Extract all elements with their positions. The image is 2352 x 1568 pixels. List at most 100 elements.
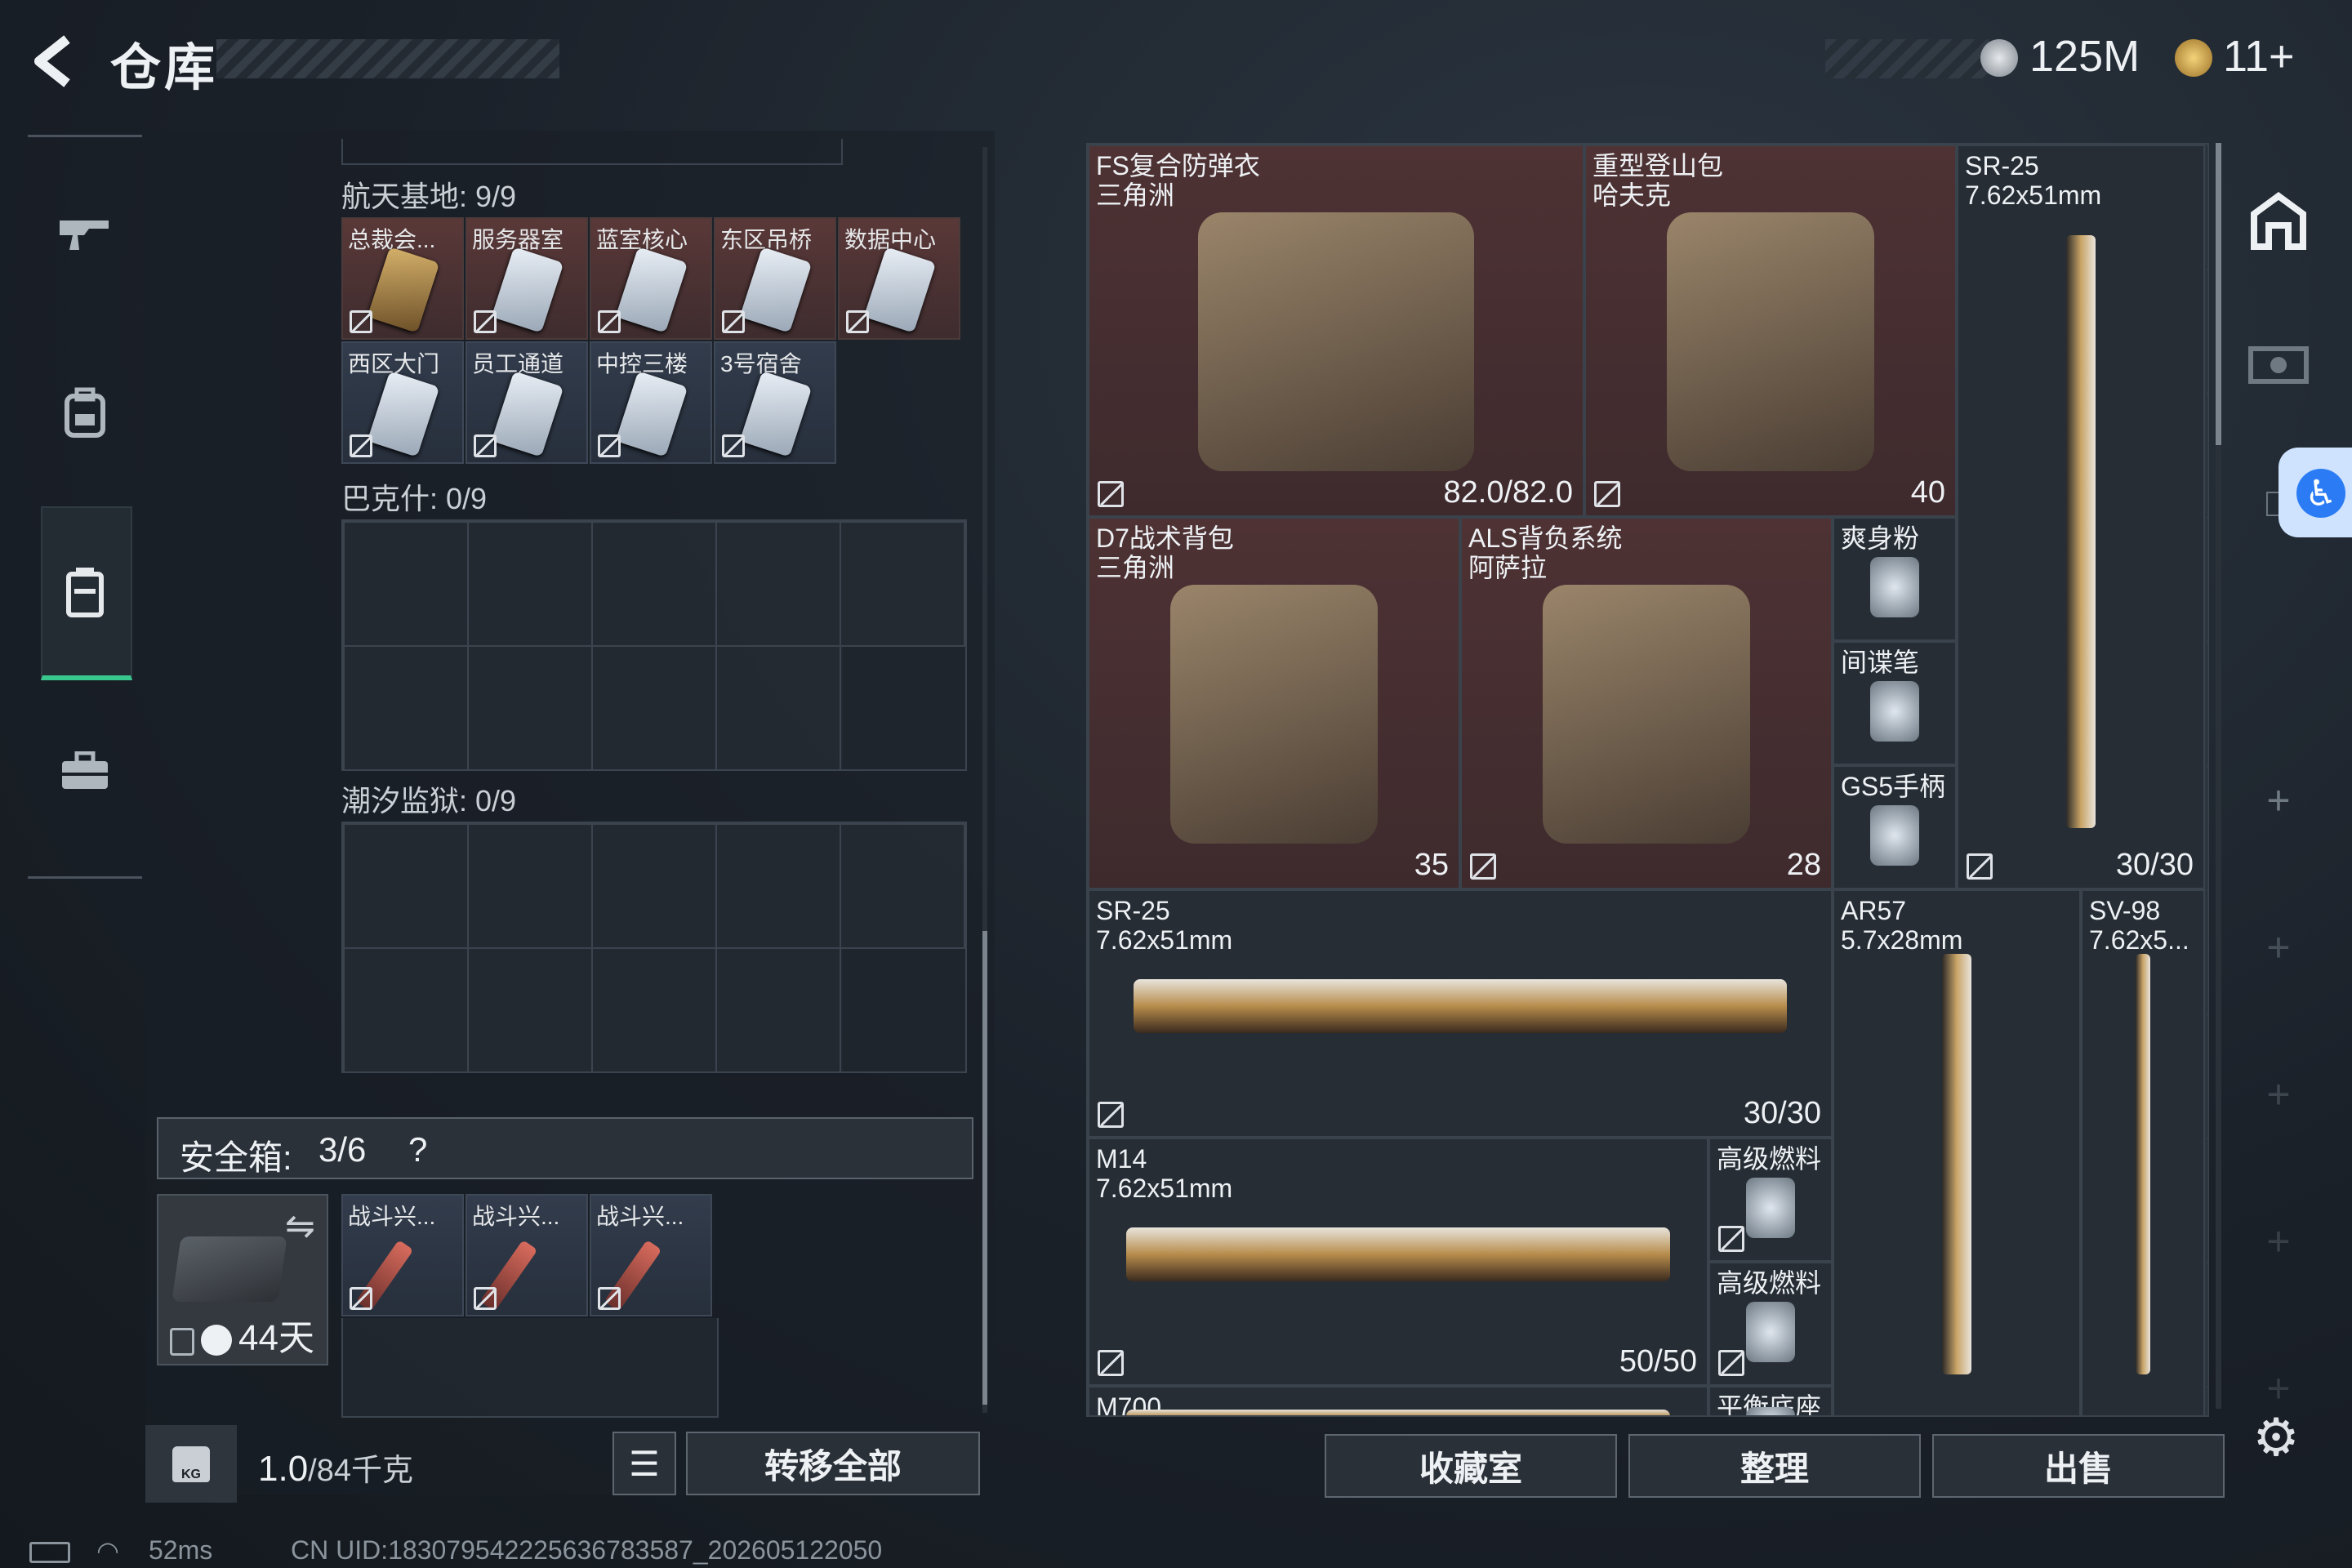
add-storage-button[interactable]: +: [2225, 1172, 2332, 1311]
key-card[interactable]: 数据中心: [838, 217, 960, 340]
safe-box-empty-slots[interactable]: [341, 1318, 719, 1418]
weight-value: 1.0/84千克: [258, 1449, 413, 1489]
help-icon[interactable]: ?: [408, 1130, 427, 1169]
storage-item-fuel1[interactable]: 高级燃料: [1708, 1138, 1833, 1262]
safe-box-item[interactable]: 战斗兴...: [590, 1194, 712, 1316]
add-storage-button[interactable]: +: [2225, 1025, 2332, 1164]
page-title: 仓库: [110, 40, 219, 96]
item-name: SR-25 7.62x51mm: [1965, 151, 2102, 210]
token-amount[interactable]: 11+: [2223, 31, 2295, 82]
storage-tab-iv-icon[interactable]: [2225, 294, 2332, 433]
section-label-aerospace: 航天基地: 9/9: [341, 180, 517, 213]
storage-item-m14[interactable]: M14 7.62x51mm 50/50: [1088, 1138, 1708, 1386]
battery-icon: [29, 1542, 70, 1563]
sell-button[interactable]: 出售: [1932, 1434, 2225, 1498]
settings-gear-icon[interactable]: ⚙: [2247, 1409, 2305, 1466]
empty-key-grid-bakhsh[interactable]: [341, 519, 967, 771]
currency-amount[interactable]: 125M: [2029, 31, 2140, 82]
lock-icon: [474, 310, 497, 333]
item-name: 间谍笔: [1841, 648, 1920, 677]
keycard-image: [739, 247, 813, 333]
add-storage-button[interactable]: +: [2225, 731, 2332, 870]
weapon-image: [1942, 954, 1971, 1375]
storage-item-sr25b[interactable]: SR-25 7.62x51mm 30/30: [1088, 889, 1833, 1138]
empty-key-grid-tidal[interactable]: [341, 822, 967, 1073]
warehouse-storage[interactable]: FS复合防弹衣 三角洲 82.0/82.0 重型登山包 哈夫克 40 SR-25 7.6…: [1086, 143, 2209, 1417]
storage-item-powder[interactable]: 爽身粉: [1833, 517, 1957, 641]
storage-item-fuel2[interactable]: 高级燃料: [1708, 1262, 1833, 1386]
list-view-button[interactable]: ☰: [612, 1432, 676, 1495]
section-label-bakhsh: 巴克什: 0/9: [341, 482, 488, 515]
back-arrow-icon[interactable]: [24, 33, 82, 90]
safe-box-bar: 安全箱: 3/6 ?: [157, 1117, 973, 1179]
item-name: 重型登山包 哈夫克: [1592, 151, 1724, 210]
key-card[interactable]: 蓝室核心: [590, 217, 712, 340]
item-name: FS复合防弹衣 三角洲: [1096, 151, 1260, 210]
storage-item-sv98[interactable]: SV-98 7.62x5...: [2081, 889, 2205, 1415]
item-name: ALS背负系统 阿萨拉: [1468, 523, 1623, 582]
item-value: 82.0/82.0: [1443, 475, 1573, 510]
add-storage-button[interactable]: +: [2225, 878, 2332, 1017]
ping-text: 52ms: [149, 1535, 213, 1565]
lock-icon: [722, 434, 745, 457]
collection-room-button[interactable]: 收藏室: [1325, 1434, 1617, 1498]
key-card[interactable]: 中控三楼: [590, 341, 712, 464]
weight-bar: KG 1.0/84千克 ☰ 转移全部: [145, 1425, 995, 1503]
lock-icon: [1718, 1350, 1744, 1376]
lock-icon: [598, 1287, 621, 1310]
safe-box-item[interactable]: 战斗兴...: [341, 1194, 464, 1316]
key-card[interactable]: 服务器室: [466, 217, 588, 340]
currency-decoration: [1825, 39, 1989, 78]
storage-item-als[interactable]: ALS背负系统 阿萨拉 28: [1460, 517, 1833, 889]
storage-item-sr25a[interactable]: SR-25 7.62x51mm 30/30: [1957, 145, 2205, 889]
key-card[interactable]: 东区吊桥: [714, 217, 836, 340]
storage-item-spy[interactable]: 间谍笔: [1833, 641, 1957, 765]
lock-icon: [1967, 853, 1993, 880]
item-name: SR-25 7.62x51mm: [1096, 896, 1233, 955]
storage-scrollbar-thumb[interactable]: [2216, 143, 2221, 445]
key-card[interactable]: 总裁会...: [341, 217, 464, 340]
accessibility-button[interactable]: ♿: [2278, 448, 2352, 537]
lock-icon: [350, 1287, 372, 1310]
lock-icon: [1098, 481, 1124, 507]
key-card[interactable]: 西区大门: [341, 341, 464, 464]
lock-icon: [1470, 853, 1496, 880]
item-value: 35: [1414, 848, 1449, 882]
lock-icon: [722, 310, 745, 333]
uid-text: CN UID:18307954222563678358​7_2026051220…: [291, 1535, 883, 1565]
storage-item-fs[interactable]: FS复合防弹衣 三角洲 82.0/82.0: [1088, 145, 1584, 517]
safe-box-item[interactable]: 战斗兴...: [466, 1194, 588, 1316]
storage-item-gs5[interactable]: GS5手柄: [1833, 765, 1957, 889]
transfer-all-button[interactable]: 转移全部: [686, 1432, 980, 1495]
warehouse-tab-icon[interactable]: [2225, 151, 2332, 290]
item-image: [1870, 681, 1919, 742]
swap-icon[interactable]: ⇋: [285, 1205, 315, 1247]
weapon-image: [2066, 234, 2096, 829]
keycard-image: [739, 371, 813, 457]
section-label-tidal-prison: 潮汐监狱: 0/9: [341, 784, 517, 817]
backpack-icon[interactable]: [28, 335, 142, 490]
item-value: 30/30: [2115, 848, 2194, 882]
organize-button[interactable]: 整理: [1628, 1434, 1921, 1498]
safe-box-duration: 44天: [238, 1318, 314, 1358]
toolbox-icon[interactable]: [28, 694, 142, 849]
gear-image: [1170, 585, 1378, 844]
item-value: 50/50: [1619, 1344, 1697, 1379]
safe-box-item-label: 战斗兴...: [472, 1204, 560, 1229]
container-icon[interactable]: [28, 514, 142, 670]
weapon-icon[interactable]: [28, 155, 142, 310]
key-card[interactable]: 员工通道: [466, 341, 588, 464]
keycard-image: [615, 247, 688, 333]
storage-item-d7[interactable]: D7战术背包 三角洲 35: [1088, 517, 1460, 889]
storage-item-ar57[interactable]: AR57 5.7x28mm: [1833, 889, 2081, 1415]
storage-item-heavy[interactable]: 重型登山包 哈夫克 40: [1584, 145, 1957, 517]
item-image: [1746, 1178, 1795, 1239]
middle-scrollbar-thumb[interactable]: [982, 931, 987, 1405]
lock-icon: [598, 310, 621, 333]
item-name: GS5手柄: [1841, 772, 1946, 801]
gold-token-icon: [2175, 39, 2212, 77]
gear-image: [1543, 585, 1750, 844]
lock-icon: [1594, 481, 1620, 507]
safe-box[interactable]: ⇋ 44天: [157, 1194, 328, 1365]
key-card[interactable]: 3号宿舍: [714, 341, 836, 464]
